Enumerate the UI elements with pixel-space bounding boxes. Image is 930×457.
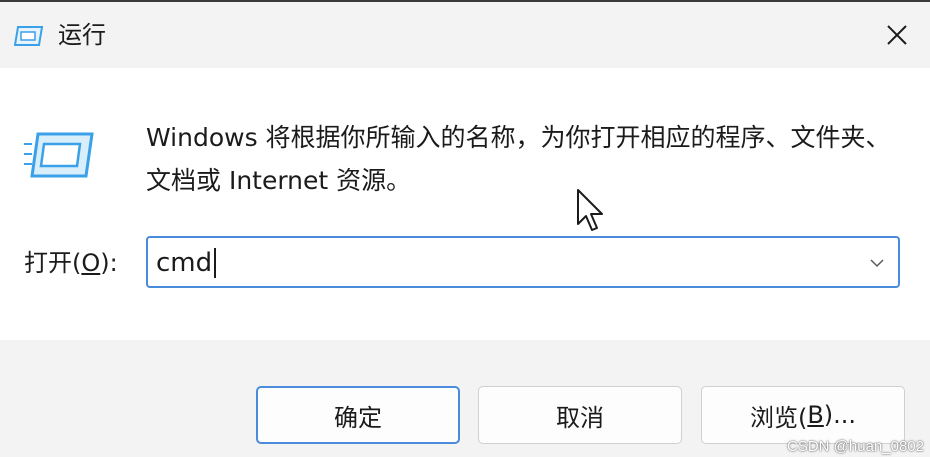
dialog-description: Windows 将根据你所输入的名称，为你打开相应的程序、文件夹、文档或 Int… (146, 123, 891, 195)
run-app-icon (24, 132, 94, 178)
open-combobox[interactable] (146, 236, 900, 288)
watermark: CSDN @huan_0802 (787, 438, 924, 455)
open-label: 打开(O): (24, 246, 118, 280)
run-icon (14, 26, 44, 46)
close-icon (887, 25, 907, 45)
open-label-accesskey: O (81, 249, 101, 277)
title-bar[interactable]: 运行 (0, 2, 930, 68)
open-label-prefix: 打开( (24, 249, 82, 277)
chevron-down-icon[interactable] (866, 252, 888, 274)
browse-button[interactable]: 浏览(B)... (701, 386, 905, 444)
cancel-button[interactable]: 取消 (478, 386, 682, 444)
run-dialog: 运行 Windows 将根据你所输入的名称，为你打开相应的程序、文件夹、文档或 … (0, 0, 930, 457)
browse-label-prefix: 浏览( (749, 403, 808, 432)
ok-button[interactable]: 确定 (256, 386, 460, 444)
text-caret (214, 248, 217, 278)
cancel-button-label: 取消 (556, 403, 604, 432)
command-input[interactable] (156, 244, 836, 282)
mouse-cursor-icon (577, 189, 603, 231)
dialog-footer: 确定 取消 浏览(B)... CSDN @huan_0802 (0, 340, 930, 457)
window-title: 运行 (58, 21, 106, 49)
ok-button-label: 确定 (334, 403, 382, 432)
browse-label-accesskey: B (807, 401, 824, 429)
open-label-suffix: ): (100, 249, 118, 277)
browse-label-suffix: )... (823, 401, 857, 429)
dialog-content: Windows 将根据你所输入的名称，为你打开相应的程序、文件夹、文档或 Int… (0, 68, 930, 340)
close-button[interactable] (878, 16, 916, 54)
